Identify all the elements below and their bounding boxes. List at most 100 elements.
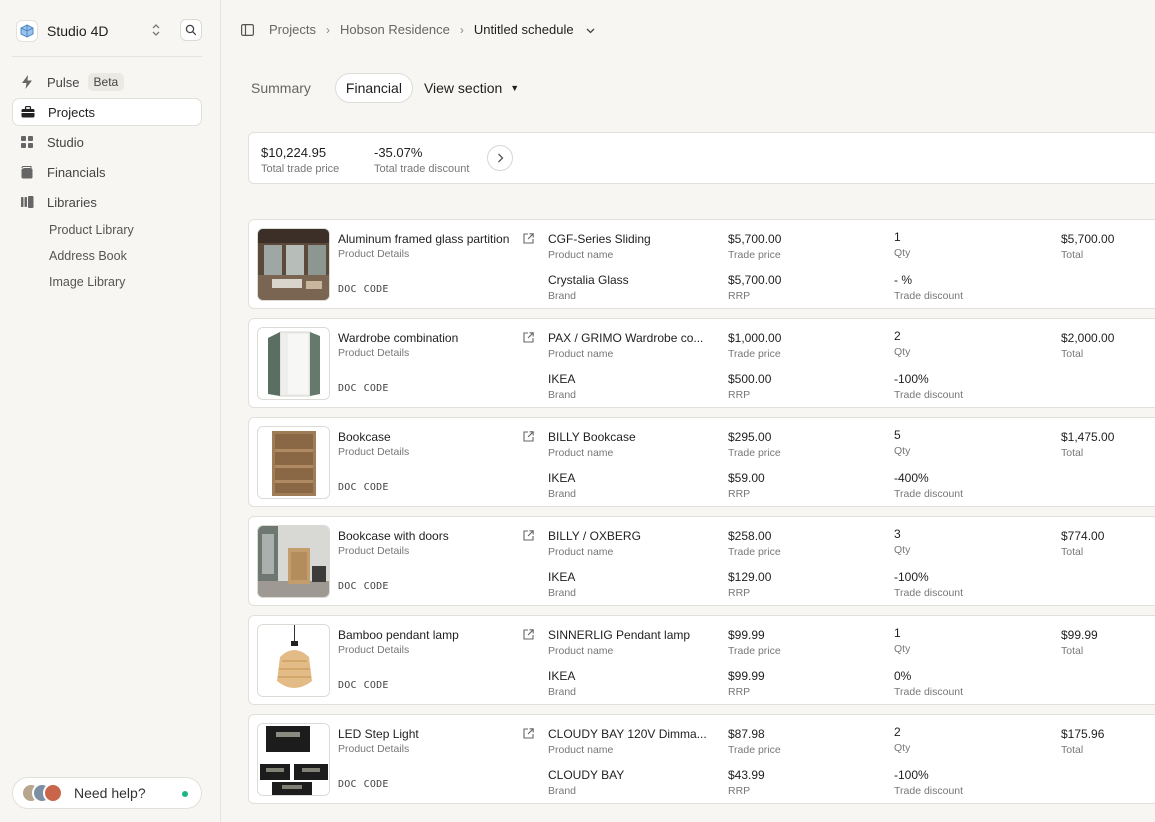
breadcrumb-projects[interactable]: Projects <box>269 22 316 37</box>
rrp-field[interactable]: $59.00 RRP <box>728 471 765 500</box>
summary-next-button[interactable] <box>487 145 513 171</box>
trade-price-field[interactable]: $87.98 Trade price <box>728 727 781 756</box>
product-name-field[interactable]: CGF-Series Sliding Product name <box>548 232 651 261</box>
financial-summary: $10,224.95 Total trade price -35.07% Tot… <box>248 132 1155 184</box>
schedule-row[interactable]: Bookcase with doors Product Details DOC COD… <box>248 516 1155 606</box>
sidebar-item-pulse[interactable]: Pulse Beta <box>12 68 202 96</box>
qty-field[interactable]: 2 Qty <box>894 725 910 754</box>
need-help-button[interactable]: Need help? <box>12 777 202 809</box>
sidebar-item-studio[interactable]: Studio <box>12 128 202 156</box>
schedule-row[interactable]: Wardrobe combination Product Details DOC CO… <box>248 318 1155 408</box>
trade-discount-field[interactable]: - % Trade discount <box>894 273 963 302</box>
code-tag[interactable]: CODE <box>364 383 389 394</box>
sidebar-item-financials[interactable]: Financials <box>12 158 202 186</box>
doc-tag[interactable]: DOC <box>338 779 357 790</box>
code-tag[interactable]: CODE <box>364 779 389 790</box>
brand-value: Crystalia Glass <box>548 273 629 287</box>
qty-field[interactable]: 5 Qty <box>894 428 910 457</box>
code-tag[interactable]: CODE <box>364 680 389 691</box>
tab-financial[interactable]: Financial <box>334 73 413 103</box>
trade-price-field[interactable]: $295.00 Trade price <box>728 430 781 459</box>
external-link-icon[interactable] <box>523 727 534 742</box>
rrp-field[interactable]: $500.00 RRP <box>728 372 771 401</box>
product-name-field[interactable]: PAX / GRIMO Wardrobe co... Product name <box>548 331 703 360</box>
product-thumbnail[interactable] <box>257 525 330 598</box>
brand-field[interactable]: IKEA Brand <box>548 570 576 599</box>
view-section-dropdown[interactable]: View section ▼ <box>424 80 519 96</box>
trade-discount-field[interactable]: -100% Trade discount <box>894 768 963 797</box>
product-title[interactable]: Bookcase with doors <box>338 529 449 543</box>
schedule-row[interactable]: Bookcase Product Details DOC CODE BILLY Book… <box>248 417 1155 507</box>
sidebar-toggle-icon[interactable] <box>241 24 255 39</box>
caret-down-icon: ▼ <box>510 83 520 93</box>
rrp-field[interactable]: $99.99 RRP <box>728 669 765 698</box>
doc-tag[interactable]: DOC <box>338 581 357 592</box>
sidebar-subitem-product-library[interactable]: Product Library <box>49 223 134 237</box>
schedule-row[interactable]: Aluminum framed glass partition Product D… <box>248 219 1155 309</box>
sidebar-item-projects[interactable]: Projects <box>12 98 202 126</box>
product-thumbnail[interactable] <box>257 327 330 400</box>
product-thumbnail[interactable] <box>257 723 330 796</box>
brand-field[interactable]: CLOUDY BAY Brand <box>548 768 624 797</box>
trade-discount-field[interactable]: -100% Trade discount <box>894 372 963 401</box>
rrp-field[interactable]: $43.99 RRP <box>728 768 765 797</box>
sidebar-item-label: Pulse <box>47 74 80 90</box>
product-title[interactable]: Bookcase <box>338 430 391 444</box>
external-link-icon[interactable] <box>523 628 534 643</box>
product-thumbnail[interactable] <box>257 228 330 301</box>
schedule-row[interactable]: LED Step Light Product Details DOC CODE CLOU… <box>248 714 1155 804</box>
doc-tag[interactable]: DOC <box>338 284 357 295</box>
qty-field[interactable]: 1 Qty <box>894 626 910 655</box>
workspace-chevron-updown-icon[interactable] <box>150 22 162 40</box>
brand-field[interactable]: IKEA Brand <box>548 372 576 401</box>
code-tag[interactable]: CODE <box>364 581 389 592</box>
brand-field[interactable]: Crystalia Glass Brand <box>548 273 629 302</box>
sidebar-subitem-image-library[interactable]: Image Library <box>49 275 125 289</box>
qty-field[interactable]: 3 Qty <box>894 527 910 556</box>
sidebar-item-libraries[interactable]: Libraries <box>12 188 202 216</box>
product-name-field[interactable]: BILLY / OXBERG Product name <box>548 529 641 558</box>
qty-field[interactable]: 1 Qty <box>894 230 910 259</box>
doc-tag[interactable]: DOC <box>338 482 357 493</box>
external-link-icon[interactable] <box>523 430 534 445</box>
product-name-field[interactable]: BILLY Bookcase Product name <box>548 430 636 459</box>
product-name-field[interactable]: SINNERLIG Pendant lamp Product name <box>548 628 690 657</box>
trade-price-field[interactable]: $1,000.00 Trade price <box>728 331 781 360</box>
qty-value: 2 <box>894 725 901 739</box>
brand-field[interactable]: IKEA Brand <box>548 669 576 698</box>
product-title[interactable]: Wardrobe combination <box>338 331 458 345</box>
product-title[interactable]: Bamboo pendant lamp <box>338 628 459 642</box>
external-link-icon[interactable] <box>523 331 534 346</box>
product-title[interactable]: LED Step Light <box>338 727 419 741</box>
product-thumbnail[interactable] <box>257 426 330 499</box>
trade-discount-field[interactable]: 0% Trade discount <box>894 669 963 698</box>
rrp-field[interactable]: $5,700.00 RRP <box>728 273 781 302</box>
search-button[interactable] <box>180 19 202 41</box>
rrp-field[interactable]: $129.00 RRP <box>728 570 771 599</box>
code-tag[interactable]: CODE <box>364 284 389 295</box>
brand-field[interactable]: IKEA Brand <box>548 471 576 500</box>
workspace-switcher[interactable]: Studio 4D <box>16 20 108 42</box>
doc-tag[interactable]: DOC <box>338 680 357 691</box>
qty-field[interactable]: 2 Qty <box>894 329 910 358</box>
trade-discount-field[interactable]: -100% Trade discount <box>894 570 963 599</box>
trade-price-field[interactable]: $258.00 Trade price <box>728 529 781 558</box>
sidebar-subitem-address-book[interactable]: Address Book <box>49 249 127 263</box>
doc-tag[interactable]: DOC <box>338 383 357 394</box>
chevron-down-icon[interactable] <box>586 22 595 37</box>
trade-price-field[interactable]: $5,700.00 Trade price <box>728 232 781 261</box>
product-thumbnail[interactable] <box>257 624 330 697</box>
code-tag[interactable]: CODE <box>364 482 389 493</box>
tab-summary[interactable]: Summary <box>248 74 314 102</box>
external-link-icon[interactable] <box>523 232 534 247</box>
trade-price-field[interactable]: $99.99 Trade price <box>728 628 781 657</box>
product-title[interactable]: Aluminum framed glass partition <box>338 232 509 246</box>
brand-label: Brand <box>548 389 577 401</box>
schedule-row[interactable]: Bamboo pendant lamp Product Details DOC COD… <box>248 615 1155 705</box>
trade-discount-field[interactable]: -400% Trade discount <box>894 471 963 500</box>
breadcrumb-current[interactable]: Untitled schedule <box>474 22 574 37</box>
breadcrumb-project[interactable]: Hobson Residence <box>340 22 450 37</box>
external-link-icon[interactable] <box>523 529 534 544</box>
product-name-field[interactable]: CLOUDY BAY 120V Dimma... Product name <box>548 727 707 756</box>
total-field: $5,700.00 Total <box>1061 232 1114 261</box>
